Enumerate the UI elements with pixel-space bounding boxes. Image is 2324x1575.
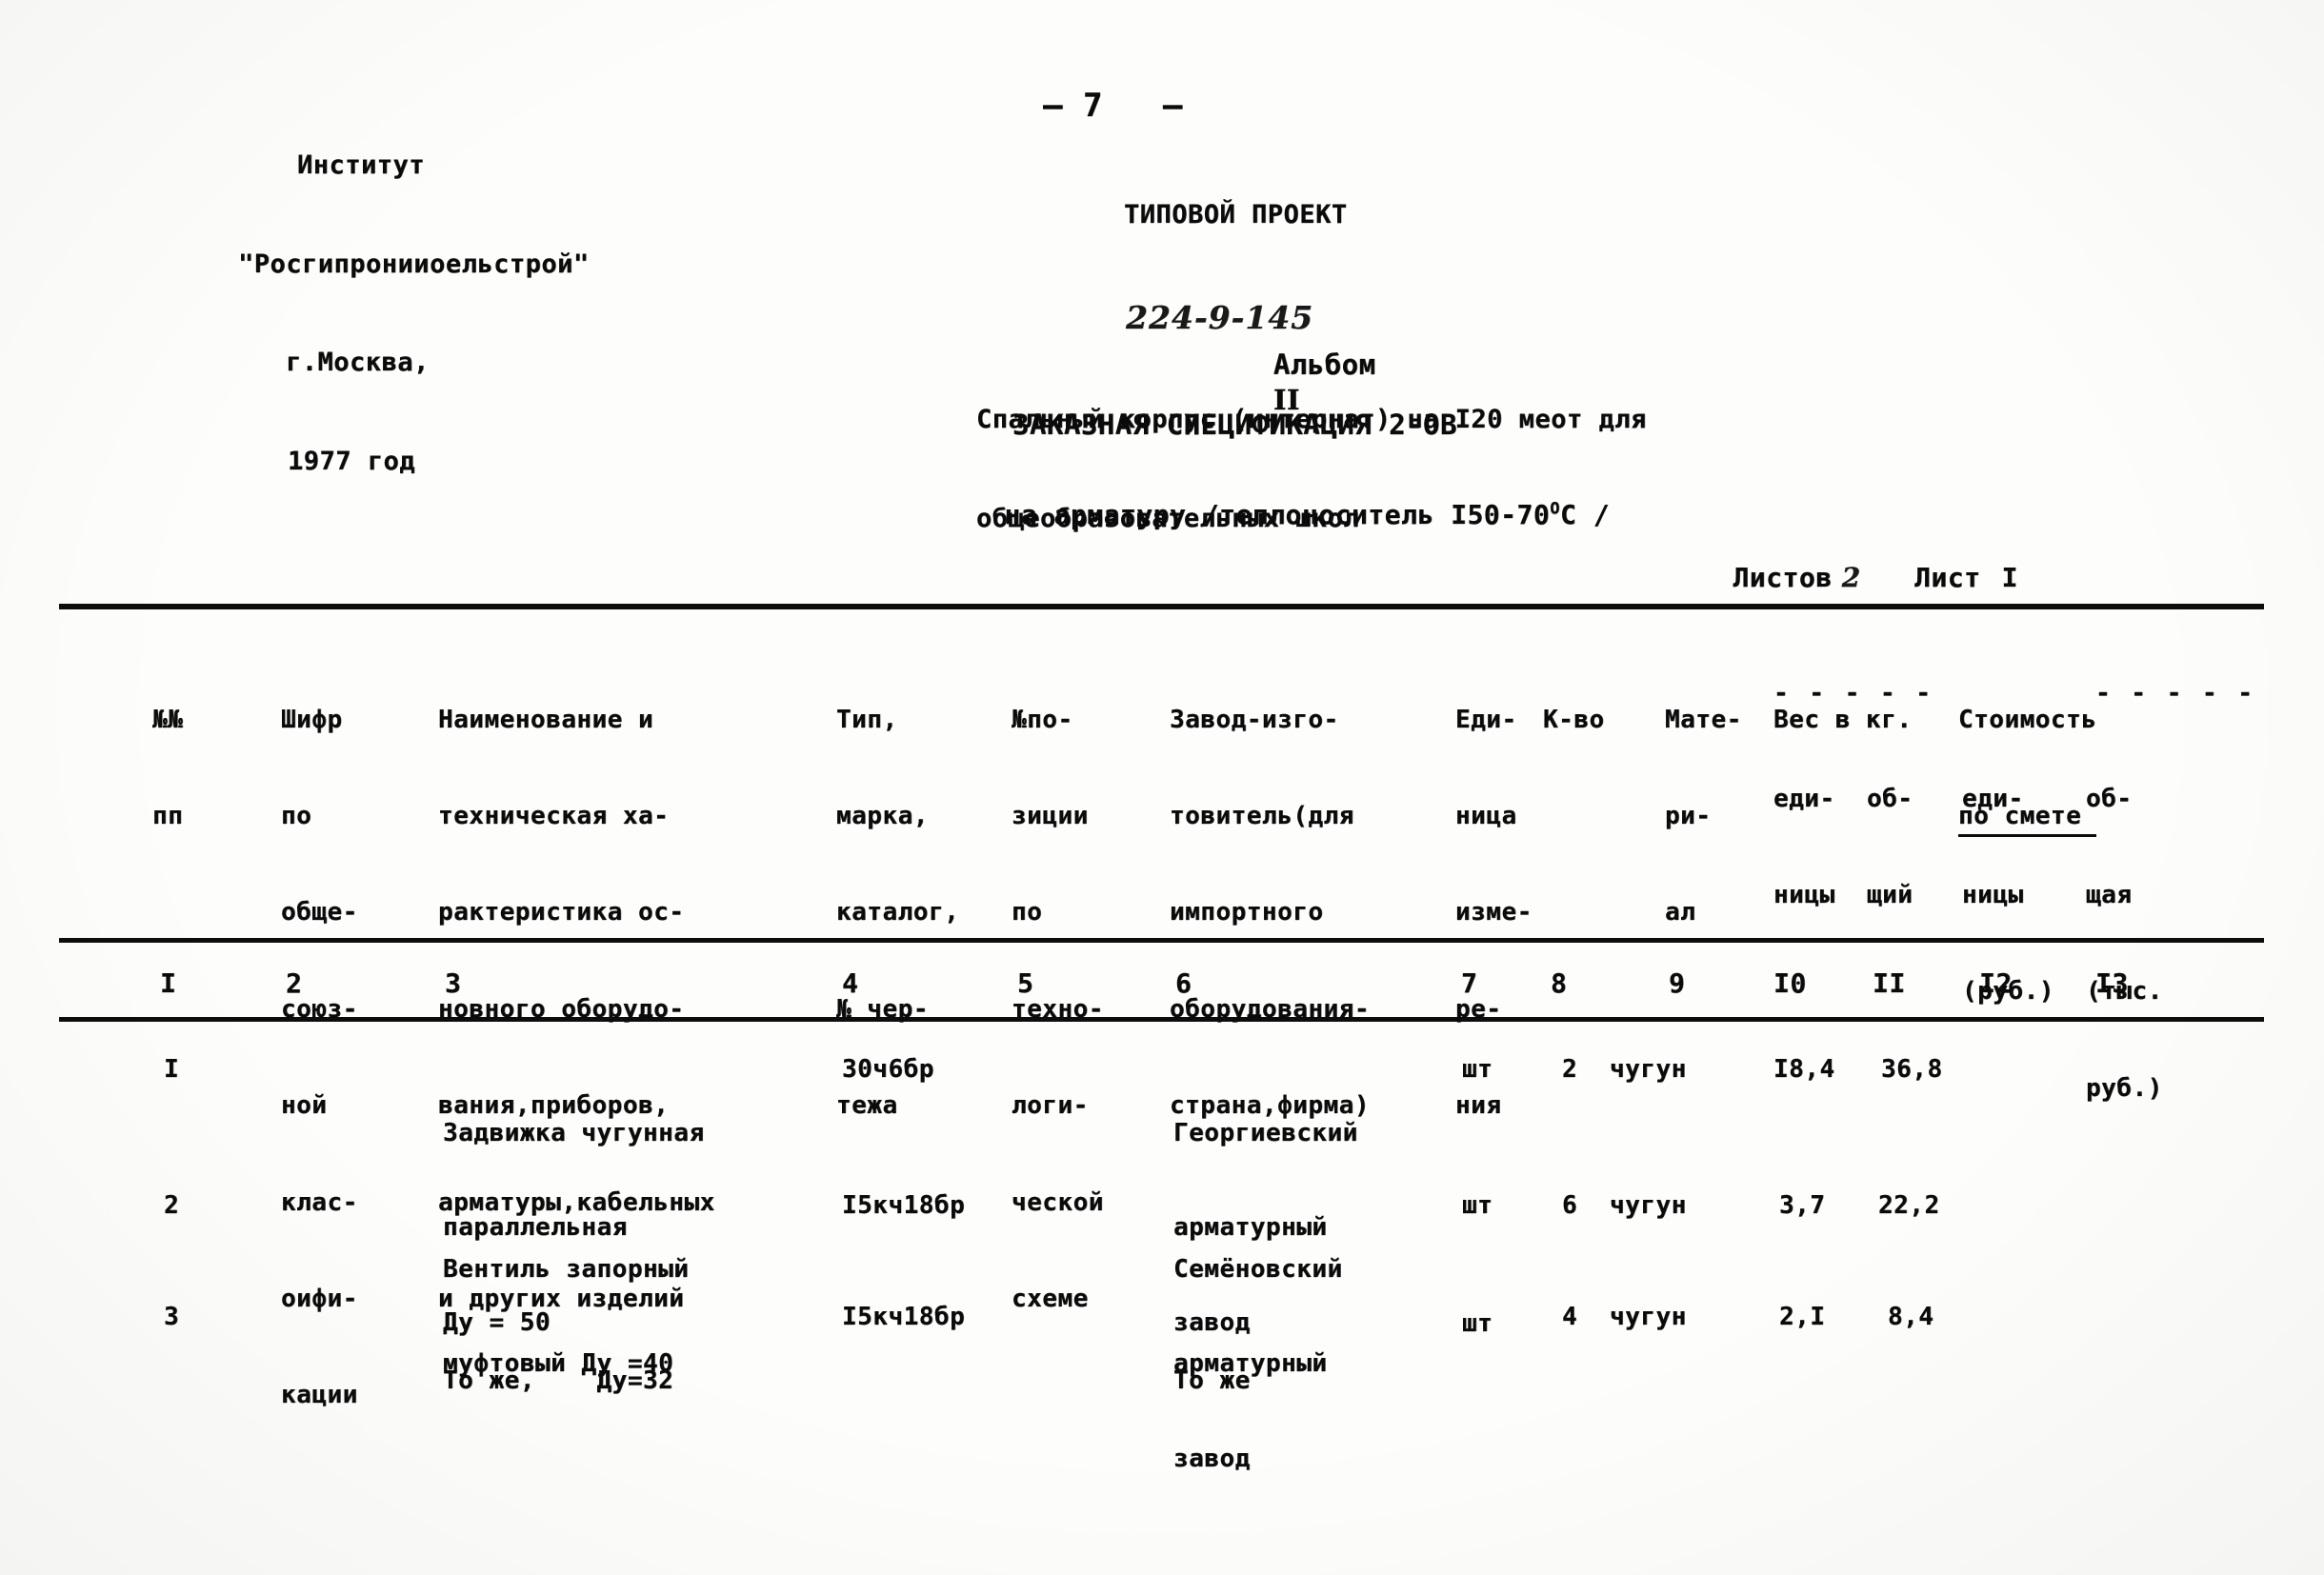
row-3-weight-unit: 2,I	[1779, 1303, 1826, 1331]
project-type-label: ТИПОВОЙ ПРОЕКТ	[1124, 200, 1348, 230]
table-top-rule	[59, 604, 2264, 609]
specification-subtitle: на арматуру /теплоноситель I50-70OС /	[938, 464, 1610, 566]
row-1-number: I	[164, 1055, 180, 1084]
row-3-qty: 4	[1562, 1303, 1578, 1331]
column-number-5: 5	[1017, 967, 1034, 999]
column-number-7: 7	[1461, 967, 1478, 999]
header-col-1: №№ пп	[152, 705, 184, 830]
institute-year: 1977 год	[288, 447, 416, 477]
column-number-3: 3	[445, 967, 462, 999]
row-3-manufacturer: То же	[1173, 1366, 1251, 1395]
header-cost-dash-rule: - - - - -	[2095, 679, 2255, 708]
row-2-weight-total: 22,2	[1878, 1191, 1940, 1220]
row-2-unit: шт	[1462, 1191, 1493, 1220]
row-2-qty: 6	[1562, 1191, 1578, 1220]
degree-sign: O	[1550, 499, 1560, 519]
sheets-total-value: 2	[1841, 561, 1862, 593]
album-label: Альбом	[1272, 349, 1376, 382]
sheets-total-label: Листов	[1733, 561, 1833, 593]
row-1-weight-total: 36,8	[1881, 1055, 1943, 1084]
header-col-8: К-во	[1543, 705, 1605, 734]
column-number-9: 9	[1669, 967, 1686, 999]
row-2-type: I5кч18бр	[842, 1191, 966, 1220]
document-page: Институт "Росгипронииоельстрой" г.Москва…	[0, 0, 2324, 1575]
institute-block: Институт "Росгипронииоельстрой" г.Москва…	[238, 84, 590, 545]
column-number-13: I3	[2095, 967, 2129, 999]
column-number-2: 2	[286, 967, 303, 999]
page-number: – 7 –	[1043, 87, 1183, 125]
row-3-name: То же, Ду=32	[443, 1366, 674, 1395]
header-col-10: еди- ницы	[1773, 784, 1835, 909]
row-3-material: чугун	[1610, 1303, 1687, 1331]
sheet-value: I	[2001, 561, 2018, 593]
institute-line-2: "Росгипронииоельстрой"	[238, 249, 590, 279]
row-1-qty: 2	[1562, 1055, 1578, 1084]
row-2-weight-unit: 3,7	[1779, 1191, 1826, 1220]
sheet-label: Лист	[1914, 561, 1981, 593]
specification-subtitle-after: С /	[1559, 498, 1611, 530]
header-col-13: об- щая (тыс. руб.)	[2086, 784, 2163, 1103]
row-2-material: чугун	[1610, 1191, 1687, 1220]
row-3-number: 3	[164, 1303, 180, 1331]
specification-title: ЗАКАЗНАЯ СПЕЦИФИКАЦИЯ 2-ОВ	[1012, 409, 1457, 441]
row-1-material: чугун	[1610, 1055, 1687, 1084]
column-number-6: 6	[1175, 967, 1192, 999]
header-col-5: №по- зиции по техно- логи- ческой схеме	[1012, 705, 1104, 1313]
row-2-number: 2	[164, 1191, 180, 1220]
table-colnum-rule	[59, 1017, 2264, 1022]
column-number-10: I0	[1773, 967, 1807, 999]
column-number-11: II	[1873, 967, 1906, 999]
row-3-weight-total: 8,4	[1888, 1303, 1934, 1331]
header-col-11: об- щий	[1867, 784, 1913, 909]
row-1-unit: шт	[1462, 1055, 1493, 1084]
header-weight-dash-rule: - - - - -	[1773, 679, 1933, 708]
institute-line-1: Институт	[297, 150, 426, 181]
row-1-weight-unit: I8,4	[1773, 1055, 1835, 1084]
header-col-9: Мате- ри- ал	[1665, 705, 1742, 927]
row-3-type: I5кч18бр	[842, 1303, 966, 1331]
row-3-unit: шт	[1462, 1309, 1493, 1338]
header-col-12: еди- ницы (руб.)	[1962, 784, 2054, 1007]
column-number-1: I	[160, 967, 177, 999]
sheet-info: Листов 2 Лист I	[1667, 527, 2018, 628]
specification-subtitle-before: на арматуру /теплоноситель I50-70	[1004, 498, 1551, 530]
header-col-4: Тип, марка, каталог, № чер- тежа	[836, 705, 960, 1121]
header-col-7: Еди- ница изме- ре- ния	[1455, 705, 1533, 1121]
header-col-2: Шифр по обще- союз- ной клас- оифи- каци…	[281, 705, 358, 1410]
column-number-8: 8	[1551, 967, 1568, 999]
row-1-type: 30ч6бр	[842, 1055, 934, 1084]
institute-city: г.Москва,	[286, 348, 430, 378]
column-number-12: I2	[1979, 967, 2013, 999]
column-number-4: 4	[842, 967, 859, 999]
